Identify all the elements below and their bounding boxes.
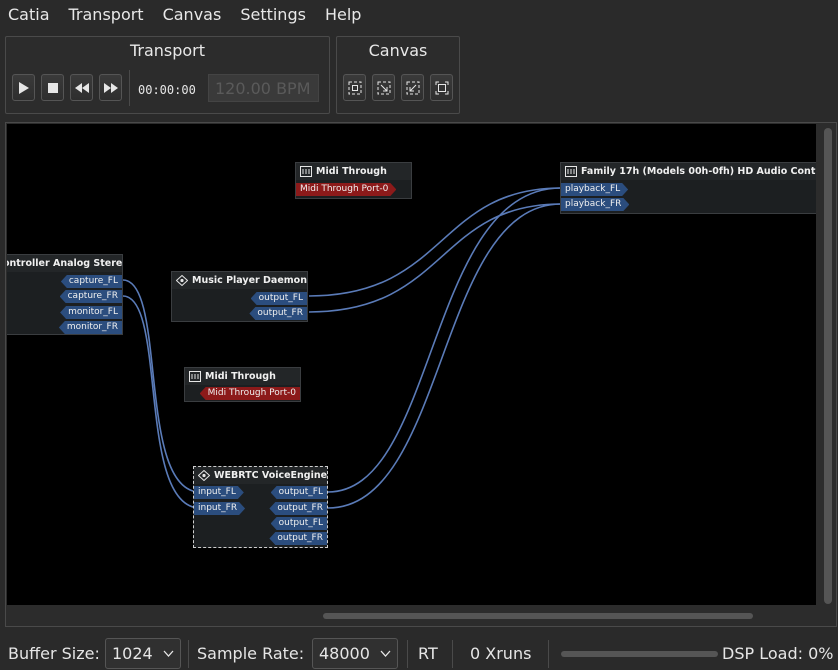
menu-catia[interactable]: Catia: [0, 5, 61, 24]
zoom-fit-icon: [348, 81, 361, 94]
status-separator: [407, 640, 408, 668]
sample-rate-select[interactable]: 48000: [312, 638, 398, 669]
node-midi-through-bottom[interactable]: Midi Through Midi Through Port-0: [184, 367, 301, 402]
midi-device-icon: [189, 371, 201, 382]
menu-transport[interactable]: Transport: [61, 5, 155, 24]
dsp-load-label: DSP Load: 0%: [722, 644, 834, 663]
transport-title: Transport: [129, 41, 206, 60]
port-monitor-fl[interactable]: monitor_FL: [60, 306, 122, 319]
sample-rate-label: Sample Rate:: [197, 644, 305, 663]
port-mpd-output-fr[interactable]: output_FR: [249, 307, 307, 320]
vertical-scrollbar[interactable]: [824, 128, 832, 604]
node-music-player-daemon[interactable]: Music Player Daemon output_FL output_FR: [171, 271, 308, 322]
stop-icon: [47, 82, 58, 93]
realtime-indicator: RT: [418, 644, 438, 663]
node-midi-through-top[interactable]: Midi Through Midi Through Port-0: [295, 162, 412, 199]
zoom-out-icon: [406, 81, 419, 94]
menu-help[interactable]: Help: [317, 5, 372, 24]
canvas-title: Canvas: [368, 41, 428, 60]
zoom-reset-button[interactable]: [430, 74, 453, 101]
buffer-size-label: Buffer Size:: [8, 644, 100, 663]
bpm-field[interactable]: 120.00 BPM: [208, 74, 319, 102]
rewind-icon: [74, 82, 89, 93]
sample-rate-value: 48000: [319, 644, 370, 663]
menu-settings[interactable]: Settings: [232, 5, 317, 24]
buffer-size-value: 1024: [112, 644, 153, 663]
port-webrtc-output-fl-2[interactable]: output_FL: [270, 517, 327, 530]
patchbay-frame: Midi Through Midi Through Port-0 Family …: [5, 122, 837, 627]
application-icon: [176, 275, 188, 286]
stop-button[interactable]: [41, 74, 64, 101]
play-icon: [18, 81, 29, 94]
fast-forward-button[interactable]: [99, 74, 122, 101]
transport-separator: [129, 70, 130, 106]
port-playback-fr[interactable]: playback_FR: [561, 198, 629, 211]
node-hd-audio-controller[interactable]: Family 17h (Models 00h-0fh) HD Audio Con…: [560, 162, 816, 214]
horizontal-scrollbar[interactable]: [323, 613, 753, 619]
port-webrtc-output-fr-2[interactable]: output_FR: [269, 532, 327, 545]
wire-webrtc-fl-playback-fl: [327, 187, 562, 493]
audio-device-icon: [565, 166, 577, 177]
patchbay-canvas[interactable]: Midi Through Midi Through Port-0 Family …: [7, 124, 816, 605]
chevron-down-icon: [380, 650, 391, 657]
zoom-in-icon: [377, 81, 390, 94]
transport-time: 00:00:00: [138, 83, 196, 97]
fast-forward-icon: [103, 82, 118, 93]
node-webrtc-voiceengine[interactable]: WEBRTC VoiceEngine input_FL input_FR out…: [193, 466, 328, 548]
port-midi-through-bottom-0[interactable]: Midi Through Port-0: [199, 387, 300, 400]
port-midi-through-top-0[interactable]: Midi Through Port-0: [296, 183, 396, 196]
status-separator: [188, 640, 189, 668]
zoom-in-button[interactable]: [372, 74, 395, 101]
xruns-counter[interactable]: 0 Xruns: [470, 644, 531, 663]
menubar: Catia Transport Canvas Settings Help: [0, 0, 838, 28]
zoom-reset-icon: [435, 81, 448, 94]
zoom-fit-button[interactable]: [343, 74, 366, 101]
wire-capture-fr-input-fr: [122, 295, 201, 509]
node-title: Midi Through: [316, 166, 387, 177]
port-webrtc-output-fl[interactable]: output_FL: [270, 486, 327, 499]
node-title: Family 17h (Models 00h-0fh) HD Audio Con…: [581, 166, 816, 177]
wire-webrtc-fr-playback-fr: [327, 203, 562, 509]
port-mpd-output-fl[interactable]: output_FL: [250, 292, 307, 305]
application-icon: [198, 470, 210, 481]
port-monitor-fr[interactable]: monitor_FR: [58, 321, 122, 334]
wire-mpd-fr-playback-fr: [308, 203, 562, 313]
node-title: Controller Analog Stereo: [7, 258, 122, 269]
port-webrtc-input-fl[interactable]: input_FL: [194, 486, 244, 499]
port-capture-fl[interactable]: capture_FL: [60, 275, 122, 288]
status-separator: [548, 640, 549, 668]
port-playback-fl[interactable]: playback_FL: [561, 183, 628, 196]
node-analog-stereo[interactable]: Controller Analog Stereo capture_FL capt…: [7, 254, 123, 335]
status-separator: [452, 640, 453, 668]
port-webrtc-output-fr[interactable]: output_FR: [269, 502, 327, 515]
port-capture-fr[interactable]: capture_FR: [59, 290, 122, 303]
transport-group: Transport 00:00:00 120.00 BPM: [5, 36, 330, 114]
port-webrtc-input-fr[interactable]: input_FR: [194, 502, 245, 515]
dsp-load-bar: [561, 651, 718, 657]
buffer-size-select[interactable]: 1024: [105, 638, 181, 669]
node-title: WEBRTC VoiceEngine: [214, 470, 327, 481]
chevron-down-icon: [163, 650, 174, 657]
play-button[interactable]: [12, 74, 35, 101]
node-title: Midi Through: [205, 371, 276, 382]
canvas-group: Canvas: [336, 36, 460, 114]
statusbar: Buffer Size: 1024 Sample Rate: 48000 RT …: [0, 634, 838, 670]
midi-device-icon: [300, 166, 312, 177]
node-title: Music Player Daemon: [192, 275, 307, 286]
rewind-button[interactable]: [70, 74, 93, 101]
menu-canvas[interactable]: Canvas: [155, 5, 233, 24]
zoom-out-button[interactable]: [401, 74, 424, 101]
wire-mpd-fl-playback-fl: [308, 187, 562, 297]
